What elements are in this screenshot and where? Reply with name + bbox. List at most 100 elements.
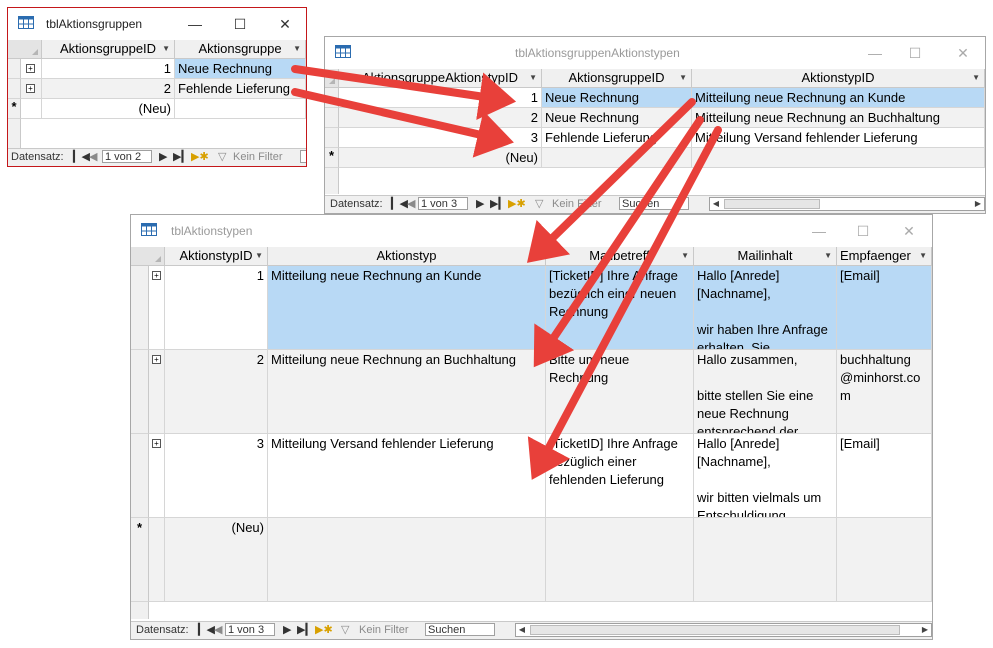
close-icon[interactable]: ✕ xyxy=(275,14,295,34)
table-cell[interactable]: Neue Rechnung xyxy=(542,88,692,108)
window-tblAktionsgruppen[interactable]: tblAktionsgruppen — ☐ ✕ AktionsgruppeID ▼… xyxy=(7,7,307,167)
select-all-corner[interactable] xyxy=(131,247,165,266)
first-record-icon[interactable]: ▎◀ xyxy=(391,196,408,212)
select-all-corner[interactable] xyxy=(8,40,42,59)
record-selector[interactable] xyxy=(325,88,339,108)
scroll-right-icon[interactable]: ▶ xyxy=(972,198,984,210)
plus-icon[interactable]: + xyxy=(26,84,35,93)
table-cell[interactable]: [TicketID] Ihre Anfrage bezüglich einer … xyxy=(546,434,694,518)
first-record-icon[interactable]: ▎◀ xyxy=(73,149,90,165)
table-cell[interactable]: 3 xyxy=(165,434,268,518)
record-position-input[interactable]: 1 von 3 xyxy=(225,623,275,636)
column-header[interactable]: AktionsgruppeID ▼ xyxy=(542,69,692,88)
table-cell[interactable]: Mitteilung neue Rechnung an Kunde xyxy=(268,266,546,350)
table-cell[interactable]: buchhaltung @minhorst.com xyxy=(837,350,932,434)
column-header[interactable]: Mailinhalt ▼ xyxy=(694,247,837,266)
chevron-down-icon[interactable]: ▼ xyxy=(255,247,263,265)
table-cell[interactable]: Mitteilung neue Rechnung an Buchhaltung xyxy=(268,350,546,434)
window-tblAktionstypen[interactable]: tblAktionstypen — ☐ ✕ AktionstypID ▼ Akti… xyxy=(130,214,933,640)
table-cell[interactable]: Hallo [Anrede] [Nachname], wir haben Ihr… xyxy=(694,266,837,350)
table-cell[interactable]: 2 xyxy=(339,108,542,128)
plus-icon[interactable]: + xyxy=(152,355,161,364)
plus-icon[interactable]: + xyxy=(26,64,35,73)
previous-record-icon[interactable]: ◀ xyxy=(214,622,222,638)
new-record-cell[interactable] xyxy=(175,99,306,119)
record-selector[interactable] xyxy=(131,266,149,350)
table-cell[interactable]: 3 xyxy=(339,128,542,148)
titlebar[interactable]: tblAktionstypen — ☐ ✕ xyxy=(131,215,932,247)
table-cell[interactable]: [Email] xyxy=(837,266,932,350)
column-header[interactable]: AktionsgruppeAktionstypID ▼ xyxy=(339,69,542,88)
filter-status[interactable]: Kein Filter xyxy=(552,196,602,212)
table-cell[interactable]: [TicketID] Ihre Anfrage bezüglich einer … xyxy=(546,266,694,350)
search-input[interactable]: Suchen xyxy=(619,197,689,210)
new-record-icon[interactable]: ▶✱ xyxy=(191,149,209,165)
column-header[interactable]: AktionstypID ▼ xyxy=(165,247,268,266)
record-position-input[interactable]: 1 von 3 xyxy=(418,197,468,210)
filter-icon[interactable]: ▽ xyxy=(218,149,226,165)
new-record-cell[interactable] xyxy=(542,148,692,168)
new-record-cell[interactable]: (Neu) xyxy=(42,99,175,119)
scroll-right-icon[interactable]: ▶ xyxy=(919,624,931,636)
table-cell[interactable]: 2 xyxy=(42,79,175,99)
new-record-selector[interactable]: * xyxy=(8,99,21,119)
titlebar[interactable]: tblAktionsgruppen — ☐ ✕ xyxy=(8,8,306,40)
table-cell[interactable]: Hallo zusammen, bitte stellen Sie eine n… xyxy=(694,350,837,434)
new-record-cell[interactable]: (Neu) xyxy=(165,518,268,602)
titlebar[interactable]: tblAktionsgruppenAktionstypen — ☐ ✕ xyxy=(325,37,985,69)
chevron-down-icon[interactable]: ▼ xyxy=(972,69,980,87)
horizontal-scrollbar[interactable]: ◀ ▶ xyxy=(515,623,932,637)
filter-status[interactable]: Kein Filter xyxy=(359,622,409,638)
table-cell[interactable]: Fehlende Lieferung xyxy=(542,128,692,148)
record-selector[interactable] xyxy=(8,59,21,79)
next-record-icon[interactable]: ▶ xyxy=(283,622,291,638)
close-icon[interactable]: ✕ xyxy=(953,43,973,63)
next-record-icon[interactable]: ▶ xyxy=(476,196,484,212)
minimize-icon[interactable]: — xyxy=(185,14,205,34)
table-cell[interactable]: Neue Rechnung xyxy=(175,59,306,79)
table-cell[interactable]: Mitteilung neue Rechnung an Buchhaltung xyxy=(692,108,985,128)
scroll-left-icon[interactable]: ◀ xyxy=(710,198,722,210)
first-record-icon[interactable]: ▎◀ xyxy=(198,622,215,638)
plus-icon[interactable]: + xyxy=(152,439,161,448)
scroll-left-icon[interactable]: ◀ xyxy=(516,624,528,636)
table-cell[interactable]: Hallo [Anrede] [Nachname], wir bitten vi… xyxy=(694,434,837,518)
scroll-thumb[interactable] xyxy=(724,199,820,209)
table-cell[interactable]: 1 xyxy=(165,266,268,350)
chevron-down-icon[interactable]: ▼ xyxy=(529,69,537,87)
table-cell[interactable]: Neue Rechnung xyxy=(542,108,692,128)
table-cell[interactable]: Mitteilung Versand fehlender Lieferung xyxy=(268,434,546,518)
close-icon[interactable]: ✕ xyxy=(899,221,919,241)
new-record-cell[interactable] xyxy=(546,518,694,602)
table-cell[interactable]: 2 xyxy=(165,350,268,434)
last-record-icon[interactable]: ▶▎ xyxy=(297,622,314,638)
window-tblAktionsgruppenAktionstypen[interactable]: tblAktionsgruppenAktionstypen — ☐ ✕ Akti… xyxy=(324,36,986,214)
filter-icon[interactable]: ▽ xyxy=(341,622,349,638)
record-position-input[interactable]: 1 von 2 xyxy=(102,150,152,163)
search-input[interactable]: Suchen xyxy=(425,623,495,636)
column-header[interactable]: Aktionstyp xyxy=(268,247,546,266)
new-record-selector[interactable]: * xyxy=(131,518,149,602)
filter-icon[interactable]: ▽ xyxy=(535,196,543,212)
minimize-icon[interactable]: — xyxy=(865,43,885,63)
filter-status[interactable]: Kein Filter xyxy=(233,149,283,165)
column-header[interactable]: Aktionsgruppe ▼ xyxy=(175,40,306,59)
chevron-down-icon[interactable]: ▼ xyxy=(681,247,689,265)
previous-record-icon[interactable]: ◀ xyxy=(89,149,97,165)
column-header[interactable]: Mailbetreff ▼ xyxy=(546,247,694,266)
table-cell[interactable]: Bitte um neue Rechnung xyxy=(546,350,694,434)
chevron-down-icon[interactable]: ▼ xyxy=(679,69,687,87)
maximize-icon[interactable]: ☐ xyxy=(853,221,873,241)
new-record-cell[interactable] xyxy=(268,518,546,602)
minimize-icon[interactable]: — xyxy=(809,221,829,241)
record-selector[interactable] xyxy=(8,79,21,99)
scroll-thumb[interactable] xyxy=(530,625,900,635)
table-cell[interactable]: 1 xyxy=(42,59,175,79)
record-selector[interactable] xyxy=(325,128,339,148)
column-header[interactable]: AktionstypID ▼ xyxy=(692,69,985,88)
last-record-icon[interactable]: ▶▎ xyxy=(490,196,507,212)
plus-icon[interactable]: + xyxy=(152,271,161,280)
horizontal-scrollbar[interactable]: ◀ ▶ xyxy=(709,197,985,211)
chevron-down-icon[interactable]: ▼ xyxy=(824,247,832,265)
new-record-cell[interactable]: (Neu) xyxy=(339,148,542,168)
